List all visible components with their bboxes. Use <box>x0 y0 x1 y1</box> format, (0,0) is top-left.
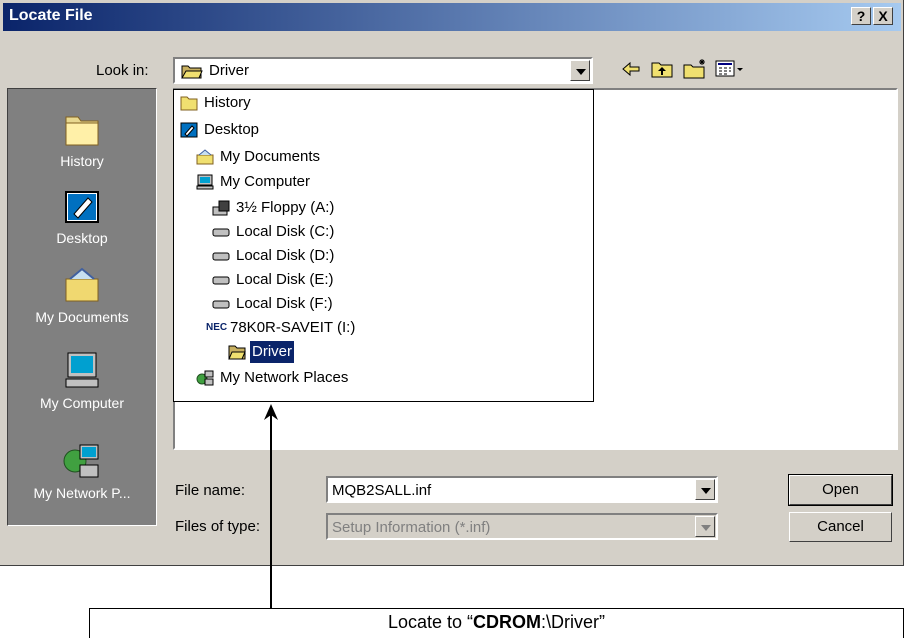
locate-file-dialog: Locate File ? X Look in: Driver History … <box>0 0 904 566</box>
look-in-dropdown-button[interactable] <box>570 60 590 81</box>
network-places-icon <box>196 370 214 386</box>
look-in-dropdown-list[interactable]: History Desktop My Documents My Computer… <box>173 89 594 402</box>
place-my-computer[interactable]: My Computer <box>8 351 156 411</box>
back-arrow-icon[interactable] <box>620 58 642 80</box>
file-type-combo[interactable]: Setup Information (*.inf) <box>326 513 718 540</box>
my-computer-icon <box>65 352 99 388</box>
desktop-icon <box>65 191 99 223</box>
new-folder-icon[interactable] <box>682 58 708 80</box>
floppy-icon <box>212 200 230 216</box>
file-type-dropdown-button[interactable] <box>695 516 715 537</box>
place-history[interactable]: History <box>8 109 156 169</box>
cancel-button[interactable]: Cancel <box>789 512 892 542</box>
disk-icon <box>212 252 230 261</box>
place-label: History <box>60 153 104 169</box>
disk-icon <box>212 300 230 309</box>
view-menu-icon[interactable] <box>714 58 746 80</box>
place-my-documents[interactable]: My Documents <box>8 265 156 325</box>
disk-icon <box>212 276 230 285</box>
file-type-label: Files of type: <box>175 518 261 535</box>
callout-arrow-line <box>270 410 272 608</box>
nec-logo-icon: NEC <box>206 322 228 333</box>
open-button[interactable]: Open <box>788 474 893 506</box>
arrow-head-icon <box>264 404 278 420</box>
open-folder-icon <box>228 345 246 360</box>
place-label: My Documents <box>35 309 129 325</box>
look-in-combo[interactable]: Driver <box>173 57 593 84</box>
file-name-value: MQB2SALL.inf <box>332 482 432 499</box>
my-documents-icon <box>65 267 99 302</box>
place-network[interactable]: My Network P... <box>8 441 156 501</box>
computer-icon <box>196 174 214 190</box>
network-places-icon <box>63 444 99 478</box>
open-folder-icon <box>181 65 203 79</box>
desktop-icon <box>180 122 198 138</box>
file-type-value: Setup Information (*.inf) <box>332 519 491 536</box>
title-bar[interactable]: Locate File ? X <box>3 3 901 31</box>
my-documents-icon <box>196 149 214 165</box>
look-in-label: Look in: <box>96 62 149 79</box>
file-name-combo[interactable]: MQB2SALL.inf <box>326 476 718 503</box>
look-in-value: Driver <box>209 62 249 79</box>
place-label: My Network P... <box>33 485 131 501</box>
close-button[interactable]: X <box>873 7 893 25</box>
place-desktop[interactable]: Desktop <box>8 186 156 246</box>
disk-icon <box>212 228 230 237</box>
callout-box: Locate to “CDROM:\Driver” <box>89 608 904 638</box>
place-label: My Computer <box>39 395 125 411</box>
file-name-label: File name: <box>175 482 246 499</box>
help-button[interactable]: ? <box>851 7 871 25</box>
history-folder-icon <box>65 116 99 146</box>
up-one-level-icon[interactable] <box>650 58 674 80</box>
place-label: Desktop <box>56 230 108 246</box>
places-bar: History Desktop My Documents My Computer… <box>7 88 157 526</box>
folder-icon <box>180 96 198 111</box>
file-name-dropdown-button[interactable] <box>695 479 715 500</box>
dialog-title: Locate File <box>9 7 93 24</box>
